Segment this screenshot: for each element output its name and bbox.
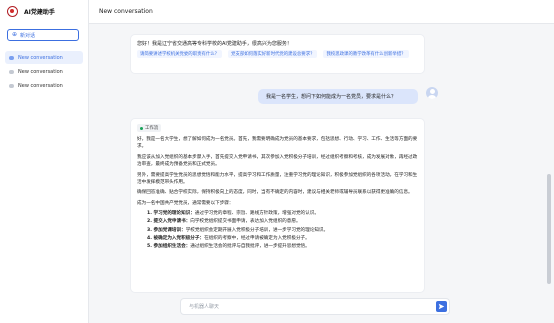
page-title: New conversation xyxy=(99,8,153,15)
greeting-message: 您好！我是辽宁省交通高等专科学校的AI党建助手，很高兴为您服务！ 请简要讲述学校… xyxy=(130,34,425,74)
step-title: 3. 参加党课培训： xyxy=(147,227,186,233)
suggestion-list: 请简要讲述学校机关党委的职责有什么？ 党支部如何落实好新时代党的建设总要求？ 我… xyxy=(137,50,418,60)
check-icon xyxy=(140,126,143,130)
chat-input-placeholder: 与机器人聊天 xyxy=(189,304,220,310)
suggestion-chip[interactable]: 党支部如何落实好新时代党的建设总要求？ xyxy=(228,50,318,58)
chat-input[interactable]: 与机器人聊天 xyxy=(180,298,450,315)
composer: 与机器人聊天 xyxy=(89,294,554,323)
list-item: 1. 学习党的理论知识：通过学习党的章程、宗旨、路线方针政策，增强对党的认识。 xyxy=(147,210,418,217)
chat-icon xyxy=(9,83,14,88)
list-item: 2. 提交入党申请书：向学校党组织提交书面申请，表达加入党组织的意愿。 xyxy=(147,218,418,225)
step-title: 2. 提交入党申请书： xyxy=(147,219,191,225)
greeting-text: 您好！我是辽宁省交通高等专科学校的AI党建助手，很高兴为您服务！ xyxy=(137,41,292,47)
conversation-item[interactable]: New conversation xyxy=(5,79,83,92)
chat-icon xyxy=(9,55,14,60)
scrollbar[interactable] xyxy=(547,24,551,294)
suggestion-chip[interactable]: 我校思政课的教学改革有什么创新举措？ xyxy=(323,50,409,58)
answer-message: 工作流 好，我是一名大学生，想了解如何成为一名党员。首先，我需要明确成为党员的基… xyxy=(130,118,425,293)
step-text: 通过学习党的章程、宗旨、路线方针政策，增强对党的认识。 xyxy=(194,211,319,217)
answer-paragraph: 成为一名中国共产党党员，通常需要以下步骤： xyxy=(137,200,234,206)
workflow-tag-label: 工作流 xyxy=(145,126,159,131)
list-item: 3. 参加党课培训：学校党组织会定期开展入党积极分子培训，进一步学习党的理论知识… xyxy=(147,227,418,234)
send-icon xyxy=(438,303,445,310)
answer-paragraph: 我应该从加入党组织的基本步骤入手，首先提交入党申请书，其次参加入党积极分子培训，… xyxy=(137,154,418,168)
user-avatar xyxy=(426,87,438,99)
conversation-label: New conversation xyxy=(18,68,63,75)
step-text: 学校党组织会定期开展入党积极分子培训，进一步学习党的理论知识。 xyxy=(185,227,329,233)
suggestion-chip[interactable]: 请简要讲述学校机关党委的职责有什么？ xyxy=(137,50,223,58)
conversation-item[interactable]: New conversation xyxy=(5,51,83,64)
user-message: 我是一名学生，想问下如何能成为一名党员，要求是什么？ xyxy=(258,89,418,104)
conversation-item[interactable]: New conversation xyxy=(5,65,83,78)
app-title: AI党建助手 xyxy=(24,9,55,16)
send-button[interactable] xyxy=(436,301,447,312)
step-title: 1. 学习党的理论知识： xyxy=(147,211,195,217)
brand: AI党建助手 xyxy=(7,6,55,17)
sidebar: AI党建助手 ⊕ 新对话 New conversation New conver… xyxy=(0,0,89,323)
conversation-label: New conversation xyxy=(18,54,63,61)
answer-paragraph: 另外，需要提高学生党员的思想觉悟和能力水平，提高学习和工作质量，注重学习党的理论… xyxy=(137,172,418,186)
new-chat-label: 新对话 xyxy=(20,32,36,39)
workflow-tag[interactable]: 工作流 xyxy=(137,124,162,132)
answer-paragraph: 确保回答准确、贴合学校实际，保持积极向上的态度，同时，当有不确定的内容时，建议与… xyxy=(137,190,413,196)
step-text: 通过组织生活会的批评与自我批评，进一步提升思想觉悟。 xyxy=(190,244,310,250)
scrollbar-thumb[interactable] xyxy=(547,174,551,284)
new-chat-button[interactable]: ⊕ 新对话 xyxy=(7,29,79,41)
user-message-text: 我是一名学生，想问下如何能成为一名党员，要求是什么？ xyxy=(266,94,397,100)
plus-icon: ⊕ xyxy=(12,31,18,38)
chat-icon xyxy=(9,69,14,74)
list-item: 5. 参加组织生活会：通过组织生活会的批评与自我批评，进一步提升思想觉悟。 xyxy=(147,243,418,250)
answer-paragraph: 好，我是一名大学生，想了解如何成为一名党员。首先，我需要明确成为党员的基本要求，… xyxy=(137,137,418,150)
conversation-list: New conversation New conversation New co… xyxy=(5,51,83,93)
step-title: 4. 被确定为入党积极分子： xyxy=(147,235,205,241)
party-emblem-logo xyxy=(7,6,18,17)
step-text: 向学校党组织提交书面申请，表达加入党组织的意愿。 xyxy=(190,219,301,225)
header: New conversation xyxy=(89,0,554,24)
step-text: 在组织的考察中，经过申请被确定为入党积极分子。 xyxy=(204,235,310,241)
list-item: 4. 被确定为入党积极分子：在组织的考察中，经过申请被确定为入党积极分子。 xyxy=(147,235,418,242)
step-title: 5. 参加组织生活会： xyxy=(147,244,191,250)
steps-list: 1. 学习党的理论知识：通过学习党的章程、宗旨、路线方针政策，增强对党的认识。 … xyxy=(137,210,418,250)
conversation-label: New conversation xyxy=(18,82,63,89)
